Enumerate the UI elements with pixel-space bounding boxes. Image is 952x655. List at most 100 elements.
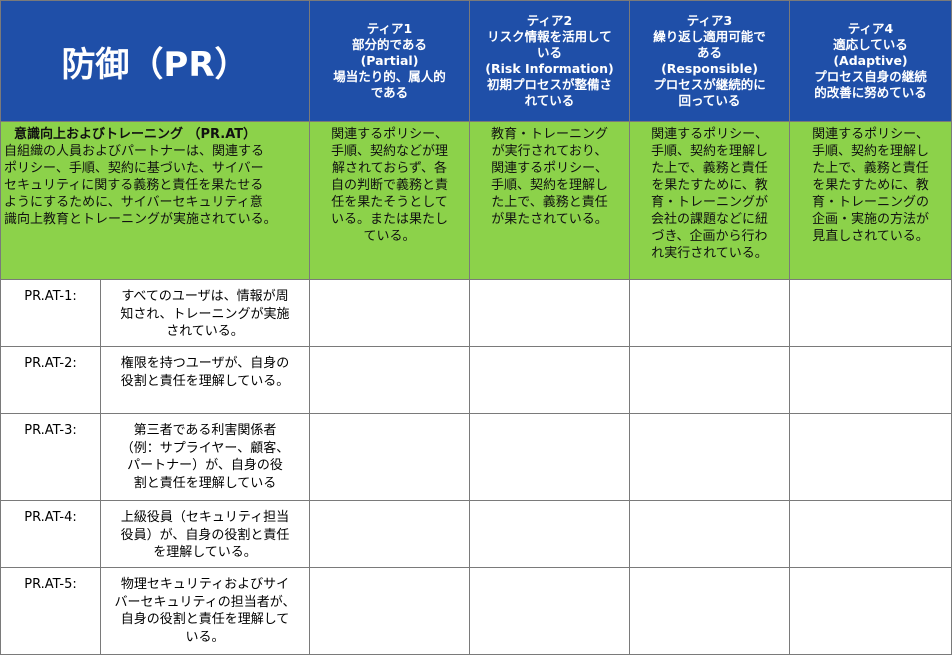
tier-3-assessment-cell	[630, 280, 790, 347]
tier-header-line: (Adaptive)	[833, 53, 908, 68]
category-line: 識向上教育とトレーニングが実施されている。	[4, 212, 277, 227]
tier-header-4: ティア4 適応している (Adaptive) プロセス自身の継続 的改善に努めている	[790, 0, 952, 122]
tier-2-assessment-cell	[470, 414, 630, 501]
tier-header-2: ティア2 リスク情報を活用して いる (Risk Information) 初期プロセス…	[470, 0, 630, 122]
tier-2-assessment-cell	[470, 347, 630, 414]
subcategory-description: 権限を持つユーザが、自身の 役割と責任を理解している。	[101, 347, 310, 414]
tier-description-line: た上で、義務と責任	[812, 161, 929, 176]
tier-description-4: 関連するポリシー、 手順、契約を理解し た上で、義務と責任 を果たすために、教 育・トレ…	[790, 122, 952, 280]
tier-description-line: 手順、契約を理解し	[650, 144, 768, 159]
tier-description-line: 手順、契約を理解し	[811, 144, 929, 159]
tier-header-line: リスク情報を活用して	[487, 29, 612, 44]
tier-description-line: ている。	[363, 229, 416, 244]
subcategory-description: 第三者である利害関係者 （例：サプライヤー、顧客、 パートナー）が、自身の役 割と責任…	[101, 414, 310, 501]
tier-1-assessment-cell	[310, 568, 470, 655]
tier-3-assessment-cell	[630, 414, 790, 501]
subcategory-description-line: パートナー）が、自身の役	[127, 458, 283, 473]
subcategory-description: 上級役員（セキュリティ担当 役員）が、自身の役割と責任 を理解している。	[101, 501, 310, 568]
tier-description-line: た上で、義務と責任	[491, 195, 608, 210]
tier-2-assessment-cell	[470, 501, 630, 568]
tier-description-1: 関連するポリシー、 手順、契約などが理 解されておらず、各 自の判断で義務と責 任を果た…	[310, 122, 470, 280]
tier-4-assessment-cell	[790, 280, 952, 347]
tier-description-line: 解されておらず、各	[331, 161, 448, 176]
tier-2-assessment-cell	[470, 568, 630, 655]
subcategory-description-line: を理解している。	[153, 545, 257, 560]
tier-header-line: いる	[536, 45, 562, 60]
tier-description-3: 関連するポリシー、 手順、契約を理解し た上で、義務と責任 を果たすために、教 育・トレ…	[630, 122, 790, 280]
subcategory-description-line: 物理セキュリティおよびサイ	[120, 577, 290, 592]
subcategory-id-cell: PR.AT-2:	[0, 347, 101, 414]
subcategory-id-cell: PR.AT-5:	[0, 568, 101, 655]
tier-header-line: 繰り返し適用可能で	[653, 29, 766, 44]
category-line: セキュリティに関する義務と責任を果たせる	[4, 178, 264, 193]
tier-description-line: 任を果たそうとして	[331, 195, 448, 210]
tier-4-assessment-cell	[790, 501, 952, 568]
tier-description-line: れ実行されている。	[651, 246, 768, 261]
tier-description-line: が果たされている。	[491, 212, 608, 227]
tier-header-line: れている	[524, 93, 575, 108]
tier-description-line: を果たすために、教	[651, 178, 768, 193]
section-title: 防御（PR）	[0, 0, 310, 122]
tier-header-line: ティア1	[366, 21, 413, 36]
subcategory-description-line: 第三者である利害関係者	[133, 423, 277, 438]
subcategory-description-line: 知され、トレーニングが実施	[120, 306, 290, 322]
subcategory-description-line: 権限を持つユーザが、自身の	[120, 356, 290, 371]
tier-4-assessment-cell	[790, 414, 952, 501]
subcategory-description-line: 割と責任を理解している	[133, 475, 277, 491]
tier-description-line: た上で、義務と責任	[651, 161, 768, 176]
tier-description-line: 関連するポリシー、	[651, 127, 768, 142]
tier-header-3: ティア3 繰り返し適用可能で ある (Responsible) プロセスが継続的に 回って…	[630, 0, 790, 122]
tier-description-line: 企画・実施の方法が	[811, 212, 929, 227]
tier-description-line: 育・トレーニングが	[650, 195, 768, 210]
subcategory-id: PR.AT-1:	[24, 289, 77, 304]
tier-description-line: 手順、契約などが理	[330, 144, 448, 159]
tier-header-line: プロセス自身の継続	[814, 69, 927, 84]
tier-3-assessment-cell	[630, 501, 790, 568]
subcategory-description-line: （例：サプライヤー、顧客、	[120, 440, 290, 456]
subcategory-description: すべてのユーザは、情報が周 知され、トレーニングが実施 されている。	[101, 280, 310, 347]
tier-4-assessment-cell	[790, 347, 952, 414]
tier-header-line: 適応している	[833, 37, 908, 52]
tier-description-line: 関連するポリシー、	[491, 161, 608, 176]
subcategory-description-line: 役員）が、自身の役割と責任	[120, 527, 290, 543]
tier-description-line: 手順、契約を理解し	[490, 178, 608, 193]
tier-header-line: である	[370, 85, 409, 100]
tier-header-line: 的改善に努めている	[814, 85, 927, 100]
tier-1-assessment-cell	[310, 501, 470, 568]
category-title: 意識向上およびトレーニング （PR.AT）	[14, 127, 257, 142]
subcategory-description-line: バーセキュリティの担当者が、	[114, 594, 296, 610]
tier-description-line: を果たすために、教	[812, 178, 929, 193]
section-title-text: 防御（PR）	[61, 44, 249, 85]
subcategory-id-cell: PR.AT-3:	[0, 414, 101, 501]
tier-description-line: づき、企画から行わ	[651, 229, 768, 244]
tier-description-line: 関連するポリシー、	[812, 127, 929, 142]
tier-header-line: (Responsible)	[661, 61, 758, 76]
subcategory-description-line: すべてのユーザは、情報が周	[121, 289, 289, 304]
tier-header-line: 部分的である	[352, 37, 427, 52]
tier-header-1: ティア1 部分的である (Partial) 場当たり的、属人的 である	[310, 0, 470, 122]
subcategory-id: PR.AT-5:	[24, 577, 77, 592]
subcategory-description-line: いる。	[185, 629, 225, 645]
tier-header-line: ある	[696, 45, 722, 60]
subcategory-description-line: 上級役員（セキュリティ担当	[120, 510, 290, 525]
tier-header-line: 場当たり的、属人的	[333, 69, 446, 84]
tier-header-line: (Risk Information)	[485, 61, 614, 76]
subcategory-id: PR.AT-2:	[24, 356, 77, 371]
subcategory-description-line: されている。	[166, 324, 244, 339]
tier-description-line: 育・トレーニングの	[811, 195, 929, 210]
tier-header-line: (Partial)	[360, 53, 419, 68]
tier-1-assessment-cell	[310, 347, 470, 414]
tier-description-line: いる。または果たし	[330, 212, 448, 227]
tier-1-assessment-cell	[310, 414, 470, 501]
tier-description-line: 会社の課題などに紐	[650, 212, 768, 227]
tier-description-line: 教育・トレーニング	[490, 127, 608, 142]
tier-3-assessment-cell	[630, 347, 790, 414]
tier-header-line: ティア2	[526, 13, 573, 28]
subcategory-id-cell: PR.AT-4:	[0, 501, 101, 568]
tier-description-line: 自の判断で義務と責	[330, 178, 448, 193]
tier-description-2: 教育・トレーニング が実行されており、 関連するポリシー、 手順、契約を理解し た上で、…	[470, 122, 630, 280]
category-line: ようにするために、サイバーセキュリティ意	[4, 195, 263, 210]
tier-header-line: 初期プロセスが整備さ	[486, 77, 612, 92]
subcategory-id: PR.AT-4:	[24, 510, 77, 525]
tier-header-line: ティア4	[847, 21, 894, 36]
